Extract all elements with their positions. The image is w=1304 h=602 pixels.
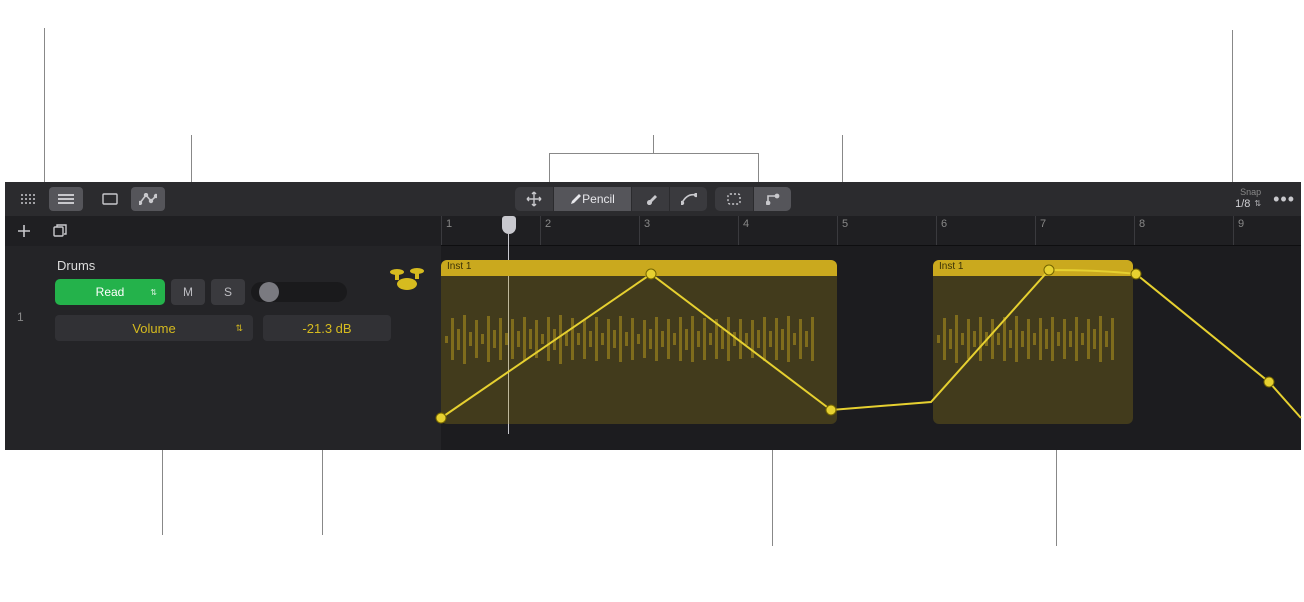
ruler-bar: 2 bbox=[540, 216, 555, 245]
ruler-bar: 6 bbox=[936, 216, 951, 245]
marquee-tool-icon[interactable] bbox=[715, 187, 753, 211]
toolbar: Pencil Snap 1/8 ⇅ bbox=[5, 182, 1301, 216]
automation-parameter-select[interactable]: Volume ⇅ bbox=[55, 315, 253, 341]
ruler-bar: 8 bbox=[1134, 216, 1149, 245]
ruler-bar: 5 bbox=[837, 216, 852, 245]
automation-value-label: -21.3 dB bbox=[302, 321, 351, 336]
automation-parameter-label: Volume bbox=[132, 321, 175, 336]
duplicate-track-icon[interactable] bbox=[49, 219, 71, 243]
grid-icon[interactable] bbox=[11, 187, 45, 211]
edit-tool-segmented: Pencil bbox=[515, 187, 707, 211]
region-icon[interactable] bbox=[93, 187, 127, 211]
callout-line bbox=[191, 135, 192, 185]
volume-slider[interactable] bbox=[251, 282, 347, 302]
add-track-icon[interactable] bbox=[13, 219, 35, 243]
automation-value[interactable]: -21.3 dB bbox=[263, 315, 391, 341]
callout-line bbox=[549, 153, 550, 185]
slider-thumb[interactable] bbox=[259, 282, 279, 302]
ruler-bar: 1 bbox=[441, 216, 456, 245]
automation-mode-button[interactable]: Read ⇅ bbox=[55, 279, 165, 305]
callout-line bbox=[758, 153, 759, 185]
ruler-bar: 4 bbox=[738, 216, 753, 245]
track-header: Drums 1 Read ⇅ M S Volume ⇅ bbox=[5, 246, 441, 450]
automation-mode-label: Read bbox=[96, 285, 125, 299]
ruler[interactable]: 1 2 3 4 5 6 7 8 9 bbox=[441, 216, 1301, 246]
track-index: 1 bbox=[17, 310, 24, 324]
mute-button[interactable]: M bbox=[171, 279, 205, 305]
callout-line bbox=[772, 446, 773, 546]
chevron-updown-icon: ⇅ bbox=[235, 323, 243, 334]
callout-line bbox=[1056, 446, 1057, 546]
callout-line bbox=[1232, 30, 1233, 185]
callout-line bbox=[842, 135, 843, 185]
list-icon[interactable] bbox=[49, 187, 83, 211]
ruler-bar: 3 bbox=[639, 216, 654, 245]
app-window: Pencil Snap 1/8 ⇅ bbox=[5, 182, 1301, 450]
pencil-tool-label: Pencil bbox=[582, 192, 615, 206]
snap-value: 1/8 bbox=[1235, 198, 1250, 210]
callout-line bbox=[653, 135, 654, 153]
more-icon[interactable]: ••• bbox=[1273, 194, 1295, 204]
secondary-tool-segmented bbox=[715, 187, 791, 211]
automation-curve[interactable] bbox=[441, 260, 1301, 424]
ruler-bar: 9 bbox=[1233, 216, 1248, 245]
brush-tool-icon[interactable] bbox=[631, 187, 669, 211]
track-name[interactable]: Drums bbox=[57, 258, 429, 273]
callout-line bbox=[549, 153, 759, 154]
solo-button[interactable]: S bbox=[211, 279, 245, 305]
trim-tool-icon[interactable] bbox=[753, 187, 791, 211]
pencil-tool-button[interactable]: Pencil bbox=[553, 187, 631, 211]
chevron-updown-icon: ⇅ bbox=[1254, 200, 1261, 209]
snap-label: Snap bbox=[1235, 188, 1261, 198]
timeline[interactable]: 1 2 3 4 5 6 7 8 9 Inst 1 bbox=[441, 246, 1301, 450]
drumkit-icon bbox=[387, 264, 427, 297]
curve-tool-icon[interactable] bbox=[669, 187, 707, 211]
snap-selector[interactable]: Snap 1/8 ⇅ bbox=[1235, 188, 1261, 210]
chevron-updown-icon: ⇅ bbox=[150, 288, 157, 297]
move-tool-icon[interactable] bbox=[515, 187, 553, 211]
automation-view-icon[interactable] bbox=[131, 187, 165, 211]
ruler-bar: 7 bbox=[1035, 216, 1050, 245]
